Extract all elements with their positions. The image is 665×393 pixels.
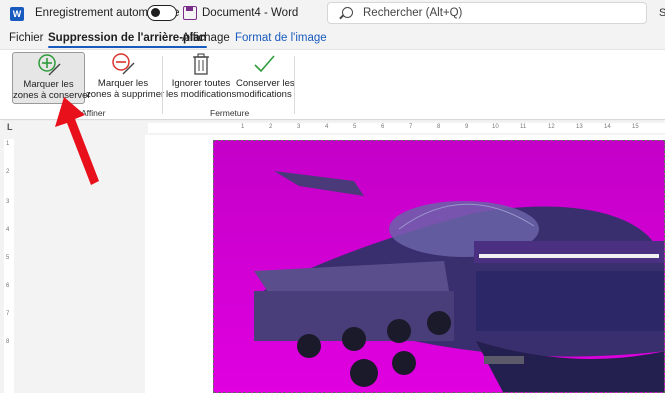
checkmark-icon: [254, 55, 275, 73]
search-box[interactable]: Rechercher (Alt+Q): [327, 2, 647, 24]
ruler-mark: 2: [269, 124, 273, 130]
ruler-mark: 11: [520, 124, 527, 130]
word-window: W Enregistrement automatique Document4 -…: [0, 0, 665, 393]
ruler-mark: 5: [353, 124, 357, 130]
airship-image: [214, 141, 664, 392]
ruler-mark: 12: [548, 124, 555, 130]
ruler-mark: 1: [6, 141, 10, 147]
pencil-minus-icon: [112, 53, 135, 75]
group-label-fermeture: Fermeture: [210, 108, 250, 118]
ruler-mark: 1: [241, 124, 245, 130]
ruler-mark: 15: [632, 124, 639, 130]
word-logo-icon[interactable]: W: [10, 7, 24, 21]
annotation-arrow-icon: [55, 97, 99, 185]
ruler-mark: 7: [409, 124, 413, 130]
mark-keep-line1: Marquer les: [23, 79, 74, 90]
ruler-mark: 6: [6, 283, 10, 289]
horizontal-ruler[interactable]: 1 2 3 4 5 6 7 8 9 10 11 12 13 14 15: [148, 123, 665, 133]
discard-line1: Ignorer toutes: [171, 78, 231, 89]
ribbon-tabs: Fichier Suppression de l'arrière-plan Af…: [0, 27, 665, 49]
ruler-mark: 2: [6, 169, 10, 175]
selected-image[interactable]: [213, 140, 665, 393]
ruler-mark: 4: [6, 227, 10, 233]
keep-line1: Conserver les: [236, 78, 295, 89]
search-icon: [342, 7, 353, 18]
save-icon[interactable]: [183, 6, 197, 20]
tab-fichier[interactable]: Fichier: [9, 32, 44, 44]
trash-icon: [193, 53, 209, 75]
ruler-mark: 14: [604, 124, 611, 130]
ruler-mark: 8: [437, 124, 441, 130]
document-title: Document4 - Word: [202, 7, 299, 19]
pencil-plus-icon: [37, 54, 60, 76]
titlebar-right-text: S: [659, 7, 665, 19]
autosave-toggle[interactable]: [147, 5, 177, 21]
keep-line2: modifications: [236, 89, 292, 100]
vertical-ruler[interactable]: 1 2 3 4 5 6 7 8: [4, 139, 14, 393]
ruler-mark: 5: [6, 255, 10, 261]
ruler-mark: 6: [381, 124, 385, 130]
tab-affichage[interactable]: Affichage: [182, 32, 230, 44]
ruler-mark: 3: [6, 199, 10, 205]
search-placeholder[interactable]: Rechercher (Alt+Q): [363, 7, 462, 19]
ruler-mark: 3: [297, 124, 301, 130]
discard-line2: les modifications: [166, 89, 237, 100]
group-separator: [162, 56, 163, 114]
ruler-mark: 4: [325, 124, 329, 130]
toggle-knob: [151, 8, 160, 17]
tab-stop-selector[interactable]: L: [7, 122, 13, 132]
ruler-mark: 13: [576, 124, 583, 130]
mark-remove-line1: Marquer les: [97, 78, 149, 89]
title-bar: W Enregistrement automatique Document4 -…: [0, 0, 665, 27]
discard-all-changes-button[interactable]: Ignorer toutes les modifications: [166, 52, 236, 104]
tab-format-image[interactable]: Format de l'image: [235, 32, 327, 44]
ruler-mark: 7: [6, 311, 10, 317]
keep-changes-button[interactable]: Conserver les modifications: [236, 52, 295, 104]
ruler-mark: 8: [6, 339, 10, 345]
ruler-mark: 10: [492, 124, 499, 130]
ruler-mark: 9: [465, 124, 469, 130]
group-separator: [294, 56, 295, 114]
